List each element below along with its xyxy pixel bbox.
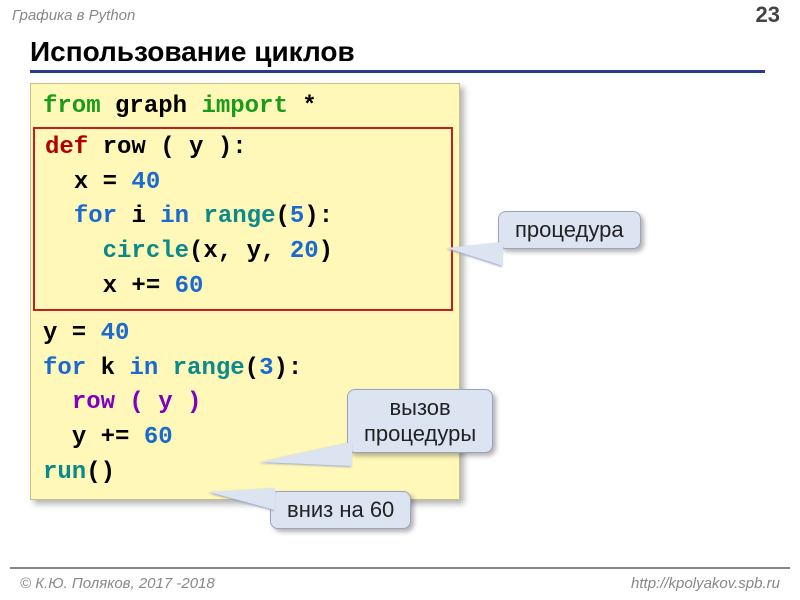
footer-url: http://kpolyakov.spb.ru [631,575,780,592]
procedure-definition-box: def row ( y ): x = 40 for i in range(5):… [33,127,453,311]
code-area: from graph import * def row ( y ): x = 4… [30,83,765,500]
callout-pointer [260,442,352,466]
code-line-7: y = 40 [43,317,447,352]
code-line-1: from graph import * [43,90,447,125]
callout-pointer [447,242,503,266]
code-line-11: run() [43,456,447,491]
code-line-4: for i in range(5): [45,200,445,235]
top-bar: Графика в Python 23 [0,0,800,28]
code-line-3: x = 40 [45,166,445,201]
footer-copyright: © К.Ю. Поляков, 2017 -2018 [20,575,215,592]
footer: © К.Ю. Поляков, 2017 -2018 http://kpolya… [10,567,790,592]
page-number: 23 [756,2,780,28]
callout-procedure-call: вызов процедуры [347,389,493,453]
callout-down-60: вниз на 60 [270,491,411,529]
code-line-5: circle(x, y, 20) [45,235,445,270]
code-line-8: for k in range(3): [43,352,447,387]
breadcrumb: Графика в Python [12,7,135,24]
page-title: Использование циклов [30,36,765,73]
callout-procedure: процедура [498,211,641,249]
callout-pointer [209,488,275,510]
code-line-6: x += 60 [45,270,445,305]
code-line-2: def row ( y ): [45,131,445,166]
